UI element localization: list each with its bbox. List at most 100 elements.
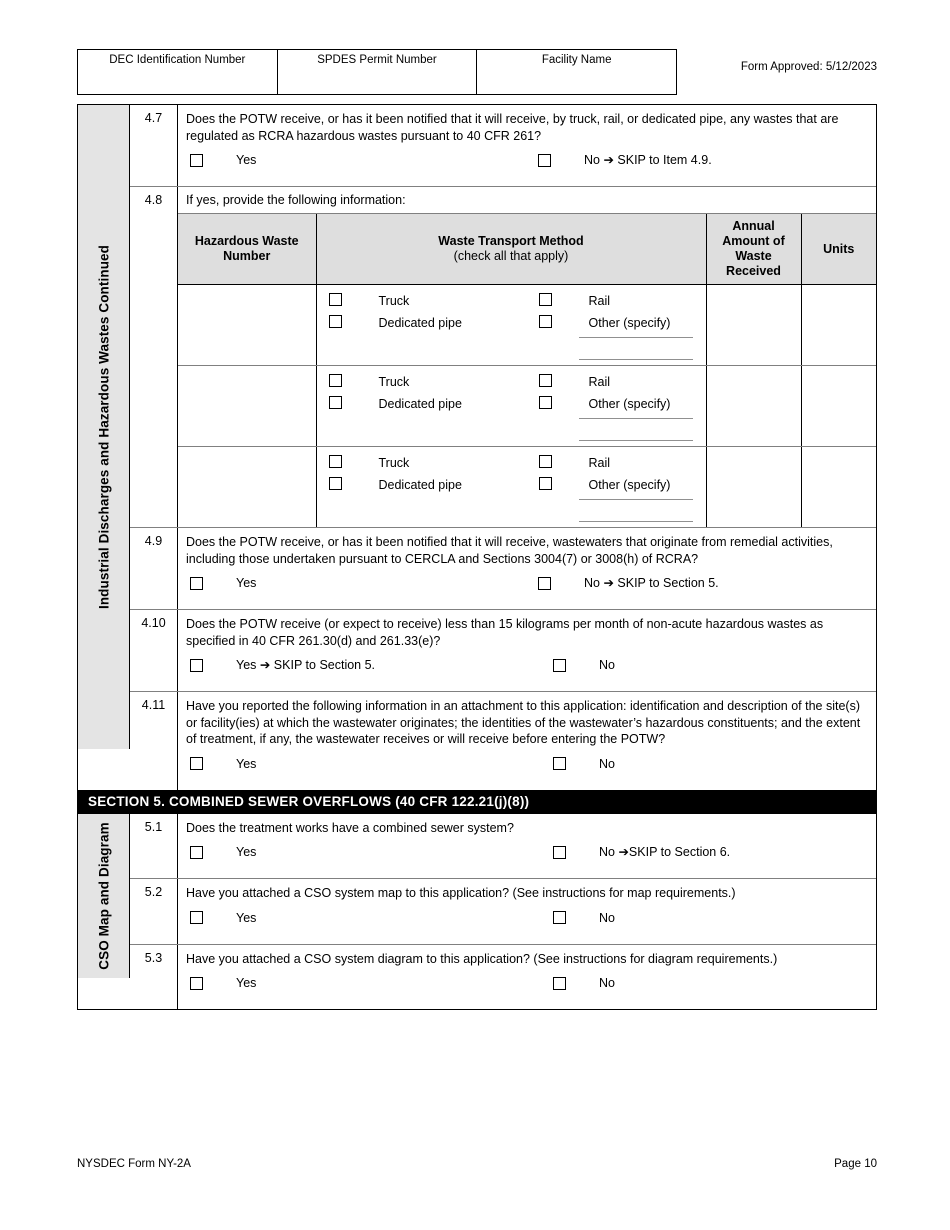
answer-yes-4-10[interactable]: Yes ➔ SKIP to Section 5. (190, 657, 375, 674)
facility-name-cell[interactable]: Facility Name (476, 49, 677, 95)
answer-row-5-3: Yes No (186, 973, 870, 1003)
answer-yes-4-9[interactable]: Yes (190, 575, 256, 592)
other-specify-write-in-line[interactable] (578, 440, 693, 441)
checkbox-icon[interactable] (538, 293, 552, 306)
checkbox-icon[interactable] (328, 396, 342, 409)
transport-method-option[interactable]: Rail (538, 455, 610, 472)
checkbox-icon[interactable] (190, 153, 203, 167)
answer-no-5-1[interactable]: No ➔SKIP to Section 6. (553, 844, 730, 861)
answer-no-5-2[interactable]: No (553, 910, 615, 927)
transport-method-option[interactable]: Rail (538, 374, 610, 391)
transport-method-option[interactable]: Other (specify) (538, 396, 670, 413)
answer-yes-label-5-3: Yes (236, 976, 257, 990)
units-cell[interactable] (800, 365, 876, 447)
answer-no-5-3[interactable]: No (553, 975, 615, 992)
table-row: Truck Rail Dedicated pipe Other (specify) (178, 365, 876, 447)
answer-no-label-4-9: No ➔ SKIP to Section 5. (584, 576, 719, 590)
checkbox-icon[interactable] (553, 911, 566, 925)
checkbox-icon[interactable] (328, 293, 342, 306)
answer-yes-label-4-7: Yes (236, 153, 257, 167)
transport-method-option[interactable]: Truck (328, 374, 410, 391)
answer-row-4-10: Yes ➔ SKIP to Section 5. No (186, 655, 870, 685)
transport-method-label: Truck (378, 375, 410, 389)
answer-no-4-11[interactable]: No (553, 756, 615, 773)
transport-method-option[interactable]: Dedicated pipe (328, 315, 462, 332)
section-5: CSO Map and Diagram 5.1 Does the treatme… (78, 813, 876, 1009)
question-body-4-8: If yes, provide the following informatio… (178, 187, 876, 527)
waste-transport-table: Hazardous Waste Number Waste Transport M… (178, 214, 876, 527)
annual-amount-of-waste-received-cell[interactable] (705, 446, 802, 527)
checkbox-icon[interactable] (538, 374, 552, 387)
checkbox-icon[interactable] (553, 976, 566, 990)
checkbox-icon[interactable] (190, 976, 203, 990)
dec-identification-number-label: DEC Identification Number (109, 54, 246, 66)
transport-method-label: Other (specify) (588, 478, 671, 492)
checkbox-icon[interactable] (538, 315, 552, 328)
column-header-units: Units (800, 214, 876, 285)
answer-no-4-9[interactable]: No ➔ SKIP to Section 5. (538, 575, 719, 592)
checkbox-icon[interactable] (190, 757, 203, 771)
checkbox-icon[interactable] (538, 477, 552, 490)
checkbox-icon[interactable] (538, 396, 552, 409)
answer-no-label-5-3: No (599, 976, 615, 990)
answer-yes-label-4-11: Yes (236, 756, 257, 771)
hazardous-waste-number-cell[interactable] (178, 284, 317, 366)
checkbox-icon[interactable] (538, 153, 551, 167)
question-body-4-11: Have you reported the following informat… (178, 692, 876, 790)
spdes-permit-number-label: SPDES Permit Number (317, 54, 437, 66)
question-row-4-11: 4.11 Have you reported the following inf… (130, 692, 876, 790)
transport-method-label: Other (specify) (588, 316, 671, 330)
transport-method-label: Truck (378, 456, 410, 470)
checkbox-icon[interactable] (328, 477, 342, 490)
checkbox-icon[interactable] (190, 911, 203, 925)
facility-name-label: Facility Name (541, 54, 612, 66)
spdes-permit-number-cell[interactable]: SPDES Permit Number (276, 49, 478, 95)
answer-yes-5-2[interactable]: Yes (190, 910, 256, 927)
other-specify-write-in-line[interactable] (578, 337, 693, 338)
transport-method-option[interactable]: Dedicated pipe (328, 477, 462, 494)
hazardous-waste-number-cell[interactable] (178, 446, 317, 527)
checkbox-icon[interactable] (190, 658, 203, 672)
transport-method-option[interactable]: Truck (328, 455, 410, 472)
checkbox-icon[interactable] (538, 455, 552, 468)
annual-amount-of-waste-received-cell[interactable] (705, 284, 802, 366)
other-specify-write-in-line[interactable] (578, 499, 693, 500)
checkbox-icon[interactable] (190, 845, 203, 859)
units-cell[interactable] (800, 284, 876, 366)
answer-no-4-10[interactable]: No (553, 657, 615, 674)
checkbox-icon[interactable] (328, 315, 342, 328)
dec-identification-number-cell[interactable]: DEC Identification Number (77, 49, 278, 95)
units-cell[interactable] (800, 446, 876, 527)
hazardous-waste-number-cell[interactable] (178, 365, 317, 447)
other-specify-write-in-line[interactable] (578, 359, 693, 360)
checkbox-icon[interactable] (190, 576, 203, 590)
answer-yes-5-1[interactable]: Yes (190, 844, 256, 861)
answer-row-5-2: Yes No (186, 908, 870, 938)
waste-transport-method-cell: Truck Rail Dedicated pipe Other (specify) (315, 446, 707, 527)
other-specify-write-in-line[interactable] (578, 418, 693, 419)
answer-no-label-5-2: No (599, 910, 615, 925)
checkbox-icon[interactable] (553, 658, 566, 672)
footer-page-number: Page 10 (834, 1158, 877, 1170)
question-number-4-9: 4.9 (130, 528, 178, 609)
answer-row-4-9: Yes No ➔ SKIP to Section 5. (186, 573, 870, 603)
form-approved-date: Form Approved: 5/12/2023 (740, 61, 877, 73)
transport-method-option[interactable]: Rail (538, 293, 610, 310)
checkbox-icon[interactable] (538, 576, 551, 590)
checkbox-icon[interactable] (553, 757, 566, 771)
checkbox-icon[interactable] (328, 374, 342, 387)
answer-no-4-7[interactable]: No ➔ SKIP to Item 4.9. (538, 152, 712, 169)
answer-yes-5-3[interactable]: Yes (190, 975, 256, 992)
column-header-annual-amount-of-waste-received: Annual Amount of Waste Received (705, 214, 802, 285)
other-specify-write-in-line[interactable] (578, 521, 693, 522)
answer-yes-4-7[interactable]: Yes (190, 152, 256, 169)
question-number-4-8: 4.8 (130, 187, 178, 527)
transport-method-option[interactable]: Truck (328, 293, 409, 310)
checkbox-icon[interactable] (553, 845, 566, 859)
annual-amount-of-waste-received-cell[interactable] (705, 365, 802, 447)
transport-method-option[interactable]: Other (specify) (538, 477, 671, 494)
answer-yes-4-11[interactable]: Yes (190, 756, 256, 773)
checkbox-icon[interactable] (328, 455, 342, 468)
transport-method-option[interactable]: Dedicated pipe (328, 396, 462, 413)
transport-method-option[interactable]: Other (specify) (538, 315, 671, 332)
